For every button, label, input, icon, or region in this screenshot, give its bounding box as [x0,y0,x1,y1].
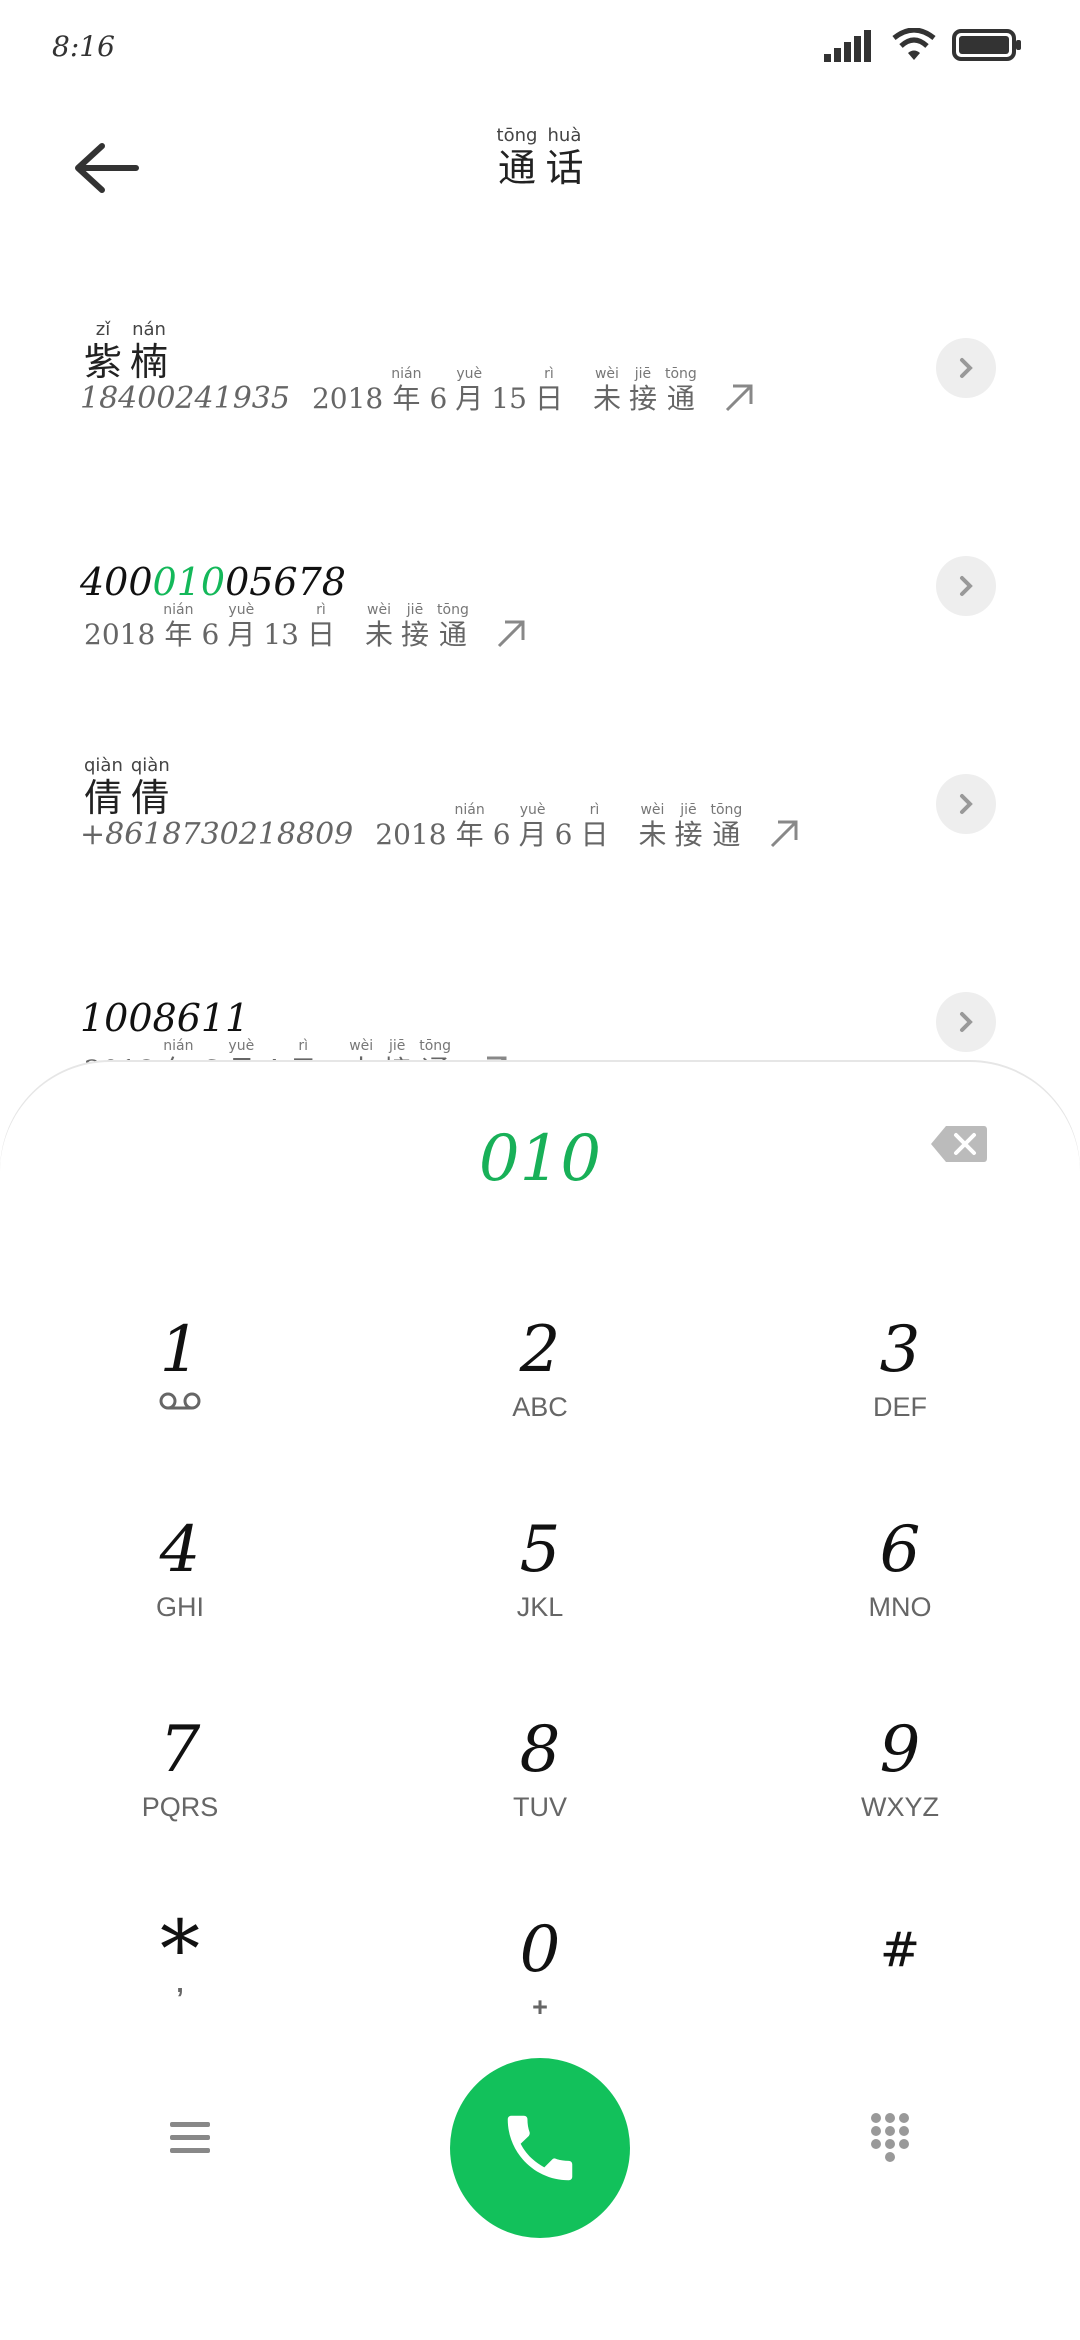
dial-key-4[interactable]: 4 GHI [0,1514,360,1694]
call-log-row[interactable]: zǐ 紫 nán 楠 18400241935 2018 nián 年 6 yuè 月 15… [0,300,1080,500]
dial-key-2[interactable]: 2 ABC [360,1314,720,1494]
page-title: tōng 通 huà 话 [0,125,1080,191]
chevron-right-icon [960,576,973,596]
outgoing-call-icon [725,384,753,412]
call-number: +8618730218809 [80,817,354,852]
call-log-row[interactable]: 40001005678 2018 nián 年 6 yuè 月 13 rì 日 wèi… [0,518,1080,718]
voicemail-icon [159,1392,201,1410]
contact-name: 40001005678 [80,560,346,604]
status-time: 8:16 [52,30,115,63]
bottom-actions [0,1990,1080,2238]
dial-key-1[interactable]: 1 [0,1314,360,1494]
call-detail: +8618730218809 2018 nián 年 6 yuè 月 6 rì 日 w… [80,802,802,852]
call-detail: 18400241935 2018 nián 年 6 yuè 月 15 rì 日 wèi… [80,366,757,416]
dial-key-5[interactable]: 5 JKL [360,1514,720,1694]
call-status: wèi未 [638,802,667,851]
call-status: wèi未 [364,602,393,651]
match-highlight: 010 [152,560,226,604]
dial-input[interactable]: 010 [0,1122,1080,1196]
signal-icon [824,30,871,62]
call-details-button[interactable] [936,338,996,398]
chevron-right-icon [960,1012,973,1032]
phone-icon [507,2115,573,2181]
call-details-button[interactable] [936,774,996,834]
menu-icon[interactable] [168,2116,212,2160]
contact-name: 1008611 [80,996,250,1040]
call-detail: 2018 nián 年 6 yuè 月 13 rì 日 wèi 未 jiē 接 tōng 通 [80,602,529,652]
status-icons [824,28,1022,62]
call-number: 18400241935 [80,381,290,416]
call-log-row[interactable]: qiàn 倩 qiàn 倩 +8618730218809 2018 nián 年 6 y… [0,736,1080,936]
dialpad-icon[interactable] [868,2110,912,2164]
outgoing-call-icon [771,820,798,848]
top-bar: tōng 通 huà 话 [0,110,1080,220]
call-button[interactable] [450,2058,630,2238]
dial-key-6[interactable]: 6 MNO [720,1514,1080,1694]
chevron-right-icon [960,794,973,814]
outgoing-call-icon [497,620,525,648]
dial-key-3[interactable]: 3 DEF [720,1314,1080,1494]
battery-icon [952,29,1021,61]
call-details-button[interactable] [936,992,996,1052]
backspace-icon[interactable] [930,1124,988,1164]
status-bar: 8:16 [0,0,1080,96]
dial-key-8[interactable]: 8 TUV [360,1714,720,1894]
call-status: wèi未 [592,366,621,415]
wifi-icon [892,28,936,60]
chevron-right-icon [960,358,973,378]
dial-key-9[interactable]: 9 WXYZ [720,1714,1080,1894]
title-char: huà 话 [545,125,584,191]
title-char: tōng 通 [496,125,538,191]
call-details-button[interactable] [936,556,996,616]
dial-key-7[interactable]: 7 PQRS [0,1714,360,1894]
